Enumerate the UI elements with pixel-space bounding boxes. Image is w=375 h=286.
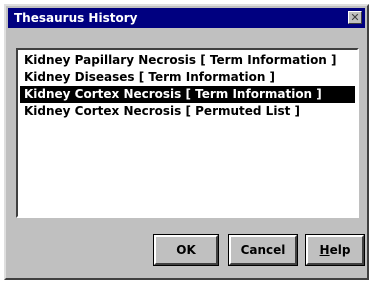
- ok-button[interactable]: OK: [153, 234, 219, 266]
- history-listbox[interactable]: Kidney Papillary Necrosis [ Term Informa…: [16, 48, 359, 218]
- list-item[interactable]: Kidney Cortex Necrosis [ Permuted List ]: [20, 103, 355, 120]
- close-button[interactable]: ✕: [348, 11, 362, 24]
- list-item-selected[interactable]: Kidney Cortex Necrosis [ Term Informatio…: [20, 86, 355, 103]
- close-icon: ✕: [350, 11, 360, 24]
- list-item[interactable]: Kidney Papillary Necrosis [ Term Informa…: [20, 52, 355, 69]
- title-bar[interactable]: Thesaurus History ✕: [8, 8, 365, 28]
- thesaurus-history-dialog: Thesaurus History ✕ Kidney Papillary Nec…: [4, 4, 369, 280]
- list-item[interactable]: Kidney Diseases [ Term Information ]: [20, 69, 355, 86]
- cancel-button[interactable]: Cancel: [228, 234, 298, 266]
- window-title: Thesaurus History: [14, 11, 138, 25]
- help-button[interactable]: Help: [305, 234, 365, 266]
